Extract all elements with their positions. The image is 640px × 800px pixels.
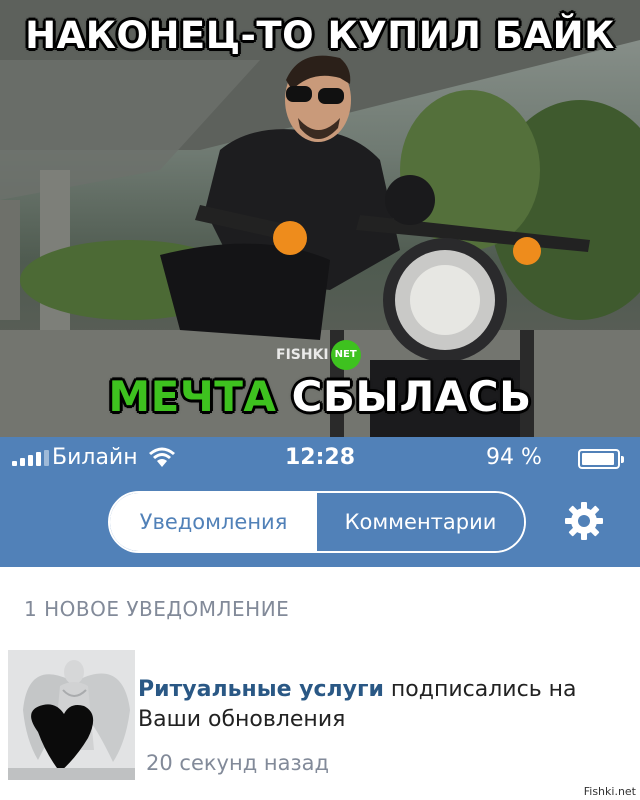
angel-monument-image — [8, 650, 135, 780]
notification-text: Ритуальные услуги подписались на Ваши об… — [138, 675, 618, 735]
status-bar: Билайн 12:28 94 % — [0, 437, 640, 479]
meme-bottom-word-white: СБЫЛАСЬ — [291, 372, 532, 421]
meme-top-caption: НАКОНЕЦ-ТО КУПИЛ БАЙК — [25, 14, 615, 57]
gear-icon[interactable] — [564, 501, 604, 541]
notification-avatar[interactable] — [8, 650, 135, 780]
tab-notifications[interactable]: Уведомления — [110, 493, 317, 551]
notification-author-link[interactable]: Ритуальные услуги — [138, 677, 384, 702]
status-time: 12:28 — [284, 445, 356, 470]
watermark-badge: NET — [330, 340, 361, 370]
notifications-list: 1 НОВОЕ УВЕДОМЛЕНИЕ Ритуальные услуги по… — [0, 567, 640, 800]
tab-comments[interactable]: Комментарии — [317, 493, 524, 551]
meme-bottom-caption: МЕЧТА СБЫЛАСЬ — [0, 372, 640, 421]
watermark-text: FISHKI — [276, 347, 329, 363]
meme-photo: НАКОНЕЦ-ТО КУПИЛ БАЙК FISHKI NET МЕЧТА С… — [0, 0, 640, 437]
notification-item[interactable]: Ритуальные услуги подписались на Ваши об… — [0, 647, 640, 797]
battery-fill — [582, 453, 614, 465]
source-credit: Fishki.net — [583, 785, 636, 798]
notification-timestamp: 20 секунд назад — [146, 751, 330, 775]
app-header: Билайн 12:28 94 % Уведомления Комментари… — [0, 437, 640, 567]
battery-percent: 94 % — [486, 445, 542, 470]
notifications-tab-switcher: Уведомления Комментарии — [108, 491, 526, 553]
meme-bottom-word-green: МЕЧТА — [108, 372, 277, 421]
watermark-logo: FISHKI NET — [276, 340, 361, 370]
section-title: 1 НОВОЕ УВЕДОМЛЕНИЕ — [24, 597, 290, 621]
battery-icon — [578, 449, 624, 469]
